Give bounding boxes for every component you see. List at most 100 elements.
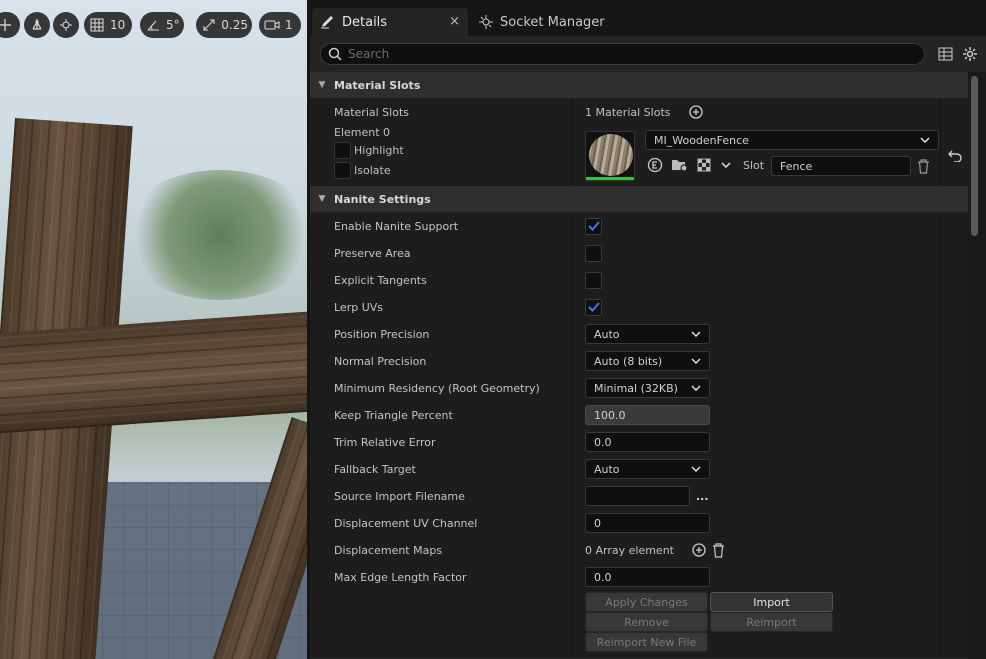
tab-socket-manager-label: Socket Manager <box>500 14 605 30</box>
property-label: Explicit Tangents <box>310 267 573 293</box>
world-space-icon <box>57 16 75 34</box>
property-label: Keep Triangle Percent <box>310 402 573 428</box>
pencil-icon <box>321 16 333 29</box>
delete-icon[interactable] <box>917 159 930 174</box>
row-preserve-area: Preserve Area <box>310 240 968 267</box>
minimum-residency-dropdown[interactable]: Minimal (32KB) <box>585 378 710 398</box>
settings-gear-icon[interactable] <box>962 46 978 62</box>
tab-bar: Details × Socket Manager <box>310 0 986 36</box>
surface-snap-button[interactable] <box>24 12 50 38</box>
row-normal-precision: Normal Precision Auto (8 bits) <box>310 348 968 375</box>
slot-name-value: Fence <box>780 159 813 173</box>
chevron-down-icon[interactable] <box>721 162 731 168</box>
slot-name-field[interactable]: Fence <box>771 156 911 176</box>
dropdown-value: Auto <box>594 462 620 476</box>
chevron-down-icon: ▼ <box>318 80 326 90</box>
search-input[interactable]: Search <box>320 43 925 65</box>
property-label: Max Edge Length Factor <box>310 564 573 590</box>
grid-snap-button[interactable]: 10 <box>84 12 132 38</box>
material-combo[interactable]: MI_WoodenFence <box>645 130 939 150</box>
highlight-checkbox[interactable] <box>334 142 351 159</box>
reimport-new-file-button[interactable]: Reimport New File <box>585 632 708 652</box>
isolate-checkbox[interactable] <box>334 162 351 179</box>
material-slots-count: 1 Material Slots <box>585 105 671 119</box>
field-value: 0.0 <box>594 570 612 584</box>
table-view-icon[interactable] <box>938 47 953 61</box>
row-lerp-uvs: Lerp UVs <box>310 294 968 321</box>
world-local-button[interactable] <box>53 12 79 38</box>
row-element-0: Element 0 Highlight Isolate MI_WoodenFen… <box>310 126 968 186</box>
socket-icon <box>479 15 493 29</box>
level-viewport[interactable]: 10 5° 0.25 1 <box>0 0 307 659</box>
add-icon[interactable] <box>692 543 706 557</box>
fallback-target-dropdown[interactable]: Auto <box>585 459 710 479</box>
field-value: 100.0 <box>594 408 626 422</box>
explicit-tangents-checkbox[interactable] <box>585 271 602 289</box>
row-keep-triangle-percent: Keep Triangle Percent 100.0 <box>310 402 968 429</box>
import-button[interactable]: Import <box>710 592 833 612</box>
field-value: 0 <box>594 516 601 530</box>
tab-socket-manager[interactable]: Socket Manager <box>478 8 605 36</box>
transform-toggle[interactable] <box>0 12 20 38</box>
material-name: MI_WoodenFence <box>654 133 749 147</box>
checker-options-icon[interactable] <box>697 158 713 172</box>
row-displacement-uv-channel: Displacement UV Channel 0 <box>310 510 968 537</box>
dropdown-value: Minimal (32KB) <box>594 381 678 395</box>
add-icon[interactable] <box>688 105 703 119</box>
property-label: Preserve Area <box>310 240 573 266</box>
property-label: Fallback Target <box>310 456 573 482</box>
property-label: Trim Relative Error <box>310 429 573 455</box>
details-panel: Details × Socket Manager Search ▼ Materi… <box>310 0 986 659</box>
chevron-down-icon <box>691 385 701 391</box>
checkmark-icon <box>587 221 600 231</box>
category-nanite-settings[interactable]: ▼ Nanite Settings <box>310 186 968 213</box>
camera-speed-value: 1 <box>285 18 293 32</box>
max-edge-length-factor-field[interactable]: 0.0 <box>585 567 710 587</box>
use-selected-icon[interactable] <box>647 157 663 173</box>
property-label: Displacement Maps <box>310 537 573 563</box>
displacement-uv-channel-field[interactable]: 0 <box>585 513 710 533</box>
position-precision-dropdown[interactable]: Auto <box>585 324 710 344</box>
grid-icon <box>88 16 106 34</box>
dropdown-value: Auto (8 bits) <box>594 354 663 368</box>
delete-icon[interactable] <box>712 542 725 558</box>
preserve-area-checkbox[interactable] <box>585 244 602 262</box>
scale-snap-button[interactable]: 0.25 <box>196 12 252 38</box>
category-title: Material Slots <box>334 78 421 92</box>
row-material-slots: Material Slots 1 Material Slots <box>310 99 968 126</box>
angle-icon <box>144 16 162 34</box>
surface-snap-icon <box>28 16 46 34</box>
scrollbar-thumb[interactable] <box>971 76 978 236</box>
rotation-snap-button[interactable]: 5° <box>140 12 184 38</box>
camera-speed-button[interactable]: 1 <box>259 12 301 38</box>
property-label: Minimum Residency (Root Geometry) <box>310 375 573 401</box>
apply-changes-button[interactable]: Apply Changes <box>585 592 708 612</box>
scale-snap-value: 0.25 <box>221 18 248 32</box>
trim-relative-error-field[interactable]: 0.0 <box>585 432 710 452</box>
browse-file-button[interactable]: ... <box>696 490 709 503</box>
property-list: ▼ Material Slots Material Slots 1 Materi… <box>310 72 968 659</box>
normal-precision-dropdown[interactable]: Auto (8 bits) <box>585 351 710 371</box>
keep-triangle-percent-slider[interactable]: 100.0 <box>585 405 710 425</box>
category-title: Nanite Settings <box>334 192 431 206</box>
chevron-down-icon: ▼ <box>318 194 326 204</box>
remove-button[interactable]: Remove <box>585 612 708 632</box>
material-thumbnail[interactable] <box>585 131 635 181</box>
displacement-maps-count: 0 Array element <box>585 543 674 557</box>
background-foliage <box>120 170 307 300</box>
reimport-button[interactable]: Reimport <box>710 612 833 632</box>
tab-details[interactable]: Details × <box>312 8 468 36</box>
reset-to-default-icon[interactable] <box>947 150 962 162</box>
move-icon <box>0 16 14 34</box>
property-label: Enable Nanite Support <box>310 213 573 239</box>
checkmark-icon <box>587 302 600 312</box>
lerp-uvs-checkbox[interactable] <box>585 298 602 316</box>
close-tab-button[interactable]: × <box>449 14 460 29</box>
chevron-down-icon <box>691 331 701 337</box>
source-import-filename-field[interactable] <box>585 486 690 506</box>
property-label: Normal Precision <box>310 348 573 374</box>
element-label: Element 0 <box>334 126 391 139</box>
category-material-slots[interactable]: ▼ Material Slots <box>310 72 968 99</box>
enable-nanite-checkbox[interactable] <box>585 217 602 235</box>
browse-folder-icon[interactable] <box>671 157 689 173</box>
